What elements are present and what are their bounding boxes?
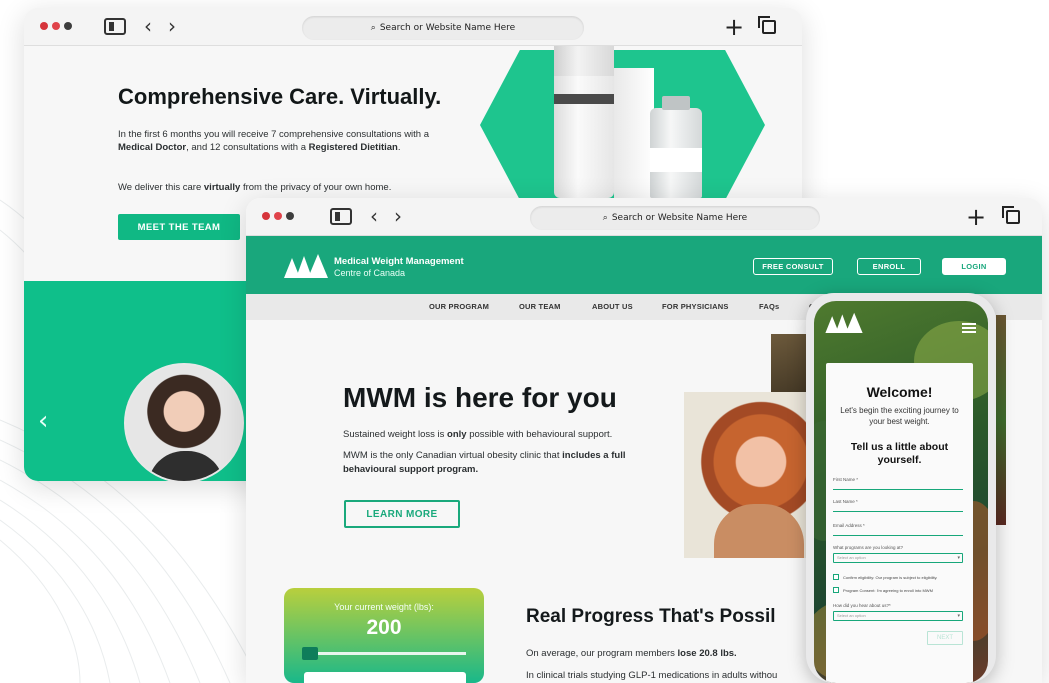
- nav-for-physicians[interactable]: FOR PHYSICIANS: [662, 302, 729, 311]
- free-consult-button[interactable]: FREE CONSULT: [753, 258, 833, 275]
- maximize-dot[interactable]: [64, 22, 72, 30]
- learn-more-button[interactable]: LEARN MORE: [344, 500, 460, 528]
- consent-label: Program Consent: I'm agreeing to enroll …: [843, 588, 933, 593]
- referral-select[interactable]: Select an option: [833, 611, 963, 621]
- carousel-prev-icon[interactable]: ‹: [38, 406, 48, 436]
- close-dot[interactable]: [40, 22, 48, 30]
- minimize-dot[interactable]: [274, 212, 282, 220]
- nav-about-us[interactable]: ABOUT US: [592, 302, 633, 311]
- hamburger-menu-icon[interactable]: [962, 323, 976, 333]
- window-controls[interactable]: [40, 22, 72, 30]
- weight-value: 200: [366, 616, 402, 639]
- medicine-vial-image: [650, 96, 702, 198]
- email-field[interactable]: [833, 535, 963, 536]
- program-question: What programs are you looking at?: [833, 545, 904, 550]
- address-bar[interactable]: ⌕ Search or Website Name Here: [302, 16, 584, 40]
- sidebar-icon[interactable]: [330, 208, 352, 225]
- last-name-field[interactable]: [833, 511, 963, 512]
- brand-name: Medical Weight Management: [334, 256, 464, 267]
- nav-our-team[interactable]: OUR TEAM: [519, 302, 561, 311]
- weight-calculator-card: Your current weight (lbs): 200: [284, 588, 484, 683]
- virtual-description: We deliver this care virtually from the …: [118, 182, 392, 193]
- care-description: In the first 6 months you will receive 7…: [118, 129, 430, 153]
- hero-text-2: MWM is the only Canadian virtual obesity…: [343, 450, 626, 475]
- maximize-dot[interactable]: [286, 212, 294, 220]
- welcome-heading: Welcome!: [866, 384, 933, 400]
- browser-toolbar: ‹ › ⌕ Search or Website Name Here +: [246, 198, 1042, 236]
- mwm-logo-icon[interactable]: [824, 311, 864, 333]
- window-controls[interactable]: [262, 212, 294, 220]
- first-name-field[interactable]: [833, 489, 963, 490]
- minimize-dot[interactable]: [52, 22, 60, 30]
- referral-question: How did you hear about us?*: [833, 603, 891, 608]
- weight-slider-thumb[interactable]: [302, 647, 318, 660]
- tabs-icon[interactable]: [1002, 206, 1020, 224]
- forward-arrow-icon[interactable]: ›: [168, 16, 176, 36]
- medicine-box-image: [614, 68, 654, 198]
- search-icon: ⌕: [370, 23, 376, 33]
- weight-result-box: [304, 672, 466, 683]
- tabs-icon[interactable]: [758, 16, 776, 34]
- nav-faqs[interactable]: FAQs: [759, 302, 779, 311]
- next-button[interactable]: NEXT: [927, 631, 963, 645]
- progress-text-1: On average, our program members lose 20.…: [526, 648, 737, 659]
- new-tab-plus-icon[interactable]: +: [966, 203, 986, 231]
- enroll-button[interactable]: ENROLL: [857, 258, 921, 275]
- signup-form: Welcome! Let's begin the exciting journe…: [826, 363, 973, 683]
- sidebar-icon[interactable]: [104, 18, 126, 35]
- progress-heading: Real Progress That's Possil: [526, 606, 776, 627]
- hero-heading: MWM is here for you: [343, 382, 617, 413]
- weight-label: Your current weight (lbs):: [334, 602, 434, 612]
- welcome-subtitle: Let's begin the exciting journey to your…: [840, 406, 959, 426]
- progress-text-2: In clinical trials studying GLP-1 medica…: [526, 670, 778, 681]
- smiling-woman-photo: [684, 392, 824, 558]
- login-button[interactable]: LOGIN: [942, 258, 1006, 275]
- eligibility-label: Confirm eligibility: Our program is subj…: [843, 575, 938, 580]
- search-icon: ⌕: [602, 213, 608, 223]
- team-member-avatar: [124, 363, 244, 481]
- mwm-logo-icon[interactable]: [284, 252, 328, 278]
- brand-subtitle: Centre of Canada: [334, 268, 406, 278]
- site-header: Medical Weight Management Centre of Cana…: [246, 236, 1042, 294]
- page-heading: Comprehensive Care. Virtually.: [118, 84, 442, 109]
- nav-our-program[interactable]: OUR PROGRAM: [429, 302, 489, 311]
- last-name-label: Last Name *: [833, 499, 858, 504]
- browser-toolbar: ‹ › ⌕ Search or Website Name Here +: [24, 8, 802, 46]
- program-select[interactable]: Select an option: [833, 553, 963, 563]
- eligibility-checkbox[interactable]: [833, 574, 839, 580]
- forward-arrow-icon[interactable]: ›: [394, 206, 402, 226]
- close-dot[interactable]: [262, 212, 270, 220]
- consent-checkbox[interactable]: [833, 587, 839, 593]
- address-bar[interactable]: ⌕ Search or Website Name Here: [530, 206, 820, 230]
- phone-screen: Welcome! Let's begin the exciting journe…: [814, 301, 988, 683]
- back-arrow-icon[interactable]: ‹: [370, 206, 378, 226]
- first-name-label: First Name *: [833, 477, 859, 482]
- weight-slider-track[interactable]: [304, 652, 466, 655]
- meet-the-team-button[interactable]: MEET THE TEAM: [118, 214, 240, 240]
- hero-text-1: Sustained weight loss is only possible w…: [343, 429, 613, 440]
- back-arrow-icon[interactable]: ‹: [144, 16, 152, 36]
- address-placeholder: Search or Website Name Here: [611, 213, 748, 223]
- email-label: Email Address *: [833, 523, 865, 528]
- phone-background-photo-edge: [996, 315, 1006, 525]
- address-placeholder: Search or Website Name Here: [379, 23, 516, 33]
- form-heading: Tell us a little about yourself.: [850, 441, 949, 466]
- medicine-bottle-image: [554, 46, 614, 198]
- new-tab-plus-icon[interactable]: +: [724, 13, 744, 41]
